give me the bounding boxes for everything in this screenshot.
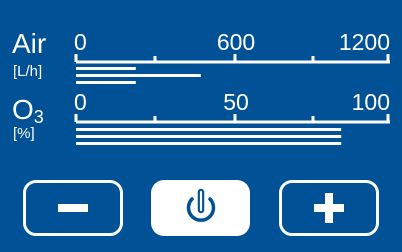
ozone-generator-panel: 0 600 1200 Air [L/h] 0 50 100 O3 [%] (0, 0, 402, 252)
air-level-bar-0 (76, 67, 136, 70)
o3-level-bar-1 (76, 135, 342, 138)
air-unit: [L/h] (13, 63, 43, 80)
air-scale: 0 600 1200 (74, 29, 390, 84)
minus-icon (58, 204, 88, 212)
power-button[interactable] (151, 180, 250, 236)
power-icon (186, 188, 215, 222)
ozone-gauge: 0 50 100 O3 [%] (0, 90, 402, 170)
o3-unit: [%] (13, 125, 35, 142)
o3-level-bar-0 (76, 128, 342, 131)
o3-label-main: O (12, 94, 34, 125)
air-level-bar-2 (76, 81, 136, 84)
plus-icon (314, 193, 344, 223)
o3-label-sub: 3 (33, 107, 44, 127)
o3-tick-label-1: 50 (223, 90, 249, 115)
air-flow-gauge: 0 600 1200 Air [L/h] (0, 0, 402, 84)
o3-level-bar-2 (76, 142, 342, 145)
o3-tick-label-0: 0 (74, 90, 87, 115)
air-level-bar-1 (76, 74, 201, 77)
air-tick-label-1: 600 (217, 29, 255, 55)
air-tick-label-0: 0 (74, 29, 87, 55)
o3-tick-label-2: 100 (352, 90, 390, 115)
air-label: Air (12, 28, 47, 59)
decrease-button[interactable] (23, 180, 123, 236)
o3-scale: 0 50 100 (74, 90, 390, 145)
increase-button[interactable] (279, 180, 379, 236)
air-tick-label-2: 1200 (339, 29, 390, 55)
